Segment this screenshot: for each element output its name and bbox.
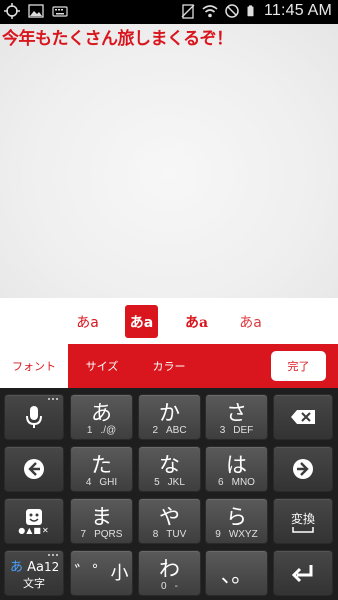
key-main-label: 、。 (220, 563, 253, 587)
symbol-shapes-icon: ●▲■✕ (18, 525, 50, 535)
key-main-label: あ (91, 401, 112, 425)
key-ya-row[interactable]: や 8 TUV (138, 498, 201, 544)
key-ta-row[interactable]: た 4 GHI (70, 446, 133, 492)
arrow-right-icon (293, 459, 313, 479)
keyboard-icon (52, 6, 68, 17)
arrow-left-icon (24, 459, 44, 479)
done-button[interactable]: 完了 (271, 351, 326, 381)
emoji-key[interactable]: ●▲■✕ (4, 498, 64, 544)
cursor-right-key[interactable] (273, 446, 333, 492)
backspace-key[interactable] (273, 394, 333, 440)
key-main-label: な (159, 453, 180, 477)
key-sub-label: 5 JKL (154, 477, 185, 488)
tab-size[interactable]: サイズ (72, 344, 132, 388)
input-mode-key[interactable]: あ Aa12 文字 (4, 550, 64, 596)
status-bar: 11:45 AM (0, 0, 338, 24)
key-sub-label: 4 GHI (85, 477, 118, 488)
space-bar-icon (292, 526, 314, 533)
font-style-option[interactable]: あa (234, 305, 267, 338)
key-sub-label: 8 TUV (152, 529, 187, 540)
key-main-label: は (226, 453, 247, 477)
tab-bar: フォント サイズ カラー 完了 (0, 344, 338, 388)
canvas-text[interactable]: 今年もたくさん旅しまくるぞ！ (2, 24, 233, 49)
key-main-label: か (159, 401, 180, 425)
enter-icon (291, 565, 313, 583)
tab-font[interactable]: フォント (0, 344, 68, 388)
punctuation-key[interactable]: 、。 (205, 550, 268, 596)
do-not-disturb-icon (225, 4, 239, 18)
key-ra-row[interactable]: ら 9 WXYZ (205, 498, 268, 544)
key-sa-row[interactable]: さ 3 DEF (205, 394, 268, 440)
key-sub-label: 6 MNO (218, 477, 255, 488)
font-style-option[interactable]: あa (180, 305, 213, 338)
dakuten-small-key[interactable]: ゛゜小 (70, 550, 133, 596)
input-mode-options: あ Aa12 (10, 560, 60, 575)
cursor-left-key[interactable] (4, 446, 64, 492)
font-style-option-selected[interactable]: あa (125, 305, 158, 338)
key-main-label: ゛゜小 (74, 563, 129, 584)
no-sim-icon (181, 4, 195, 19)
keyboard: あ 1 ./@ か 2 ABC さ 3 DEF た 4 GHI な 5 JKL は 6 MN… (0, 388, 338, 600)
key-main-label: わ (159, 557, 180, 581)
key-main-label: た (91, 453, 112, 477)
key-sub-label: 7 PQRS (80, 529, 123, 540)
key-wa-row[interactable]: わ 0- (138, 550, 201, 596)
key-a-row[interactable]: あ 1 ./@ (70, 394, 133, 440)
convert-label: 変換 (290, 511, 315, 526)
text-canvas[interactable]: 今年もたくさん旅しまくるぞ！ (0, 24, 338, 298)
key-ha-row[interactable]: は 6 MNO (205, 446, 268, 492)
key-ka-row[interactable]: か 2 ABC (138, 394, 201, 440)
font-style-row: あa あa あa あa (0, 298, 338, 344)
input-mode-label: 文字 (23, 577, 45, 590)
key-sub-label: 0- (161, 581, 178, 592)
tab-color[interactable]: カラー (140, 344, 198, 388)
backspace-icon (291, 410, 315, 424)
font-style-option[interactable]: あa (71, 305, 104, 338)
key-ma-row[interactable]: ま 7 PQRS (70, 498, 133, 544)
key-na-row[interactable]: な 5 JKL (138, 446, 201, 492)
key-sub-label: 2 ABC (152, 425, 187, 436)
microphone-icon (26, 406, 42, 428)
key-sub-label: 3 DEF (219, 425, 254, 436)
emoticon-icon (26, 508, 42, 525)
key-sub-label: 9 WXYZ (215, 529, 258, 540)
wifi-icon (202, 5, 218, 18)
key-main-label: や (159, 505, 180, 529)
key-main-label: さ (226, 401, 247, 425)
convert-key[interactable]: 変換 (273, 498, 333, 544)
key-main-label: ら (226, 505, 247, 529)
enter-key[interactable] (273, 550, 333, 596)
voice-input-key[interactable] (4, 394, 64, 440)
image-icon (28, 4, 44, 18)
location-icon (4, 3, 20, 19)
battery-icon (247, 5, 254, 17)
clock: 11:45 AM (263, 2, 332, 19)
key-sub-label: 1 ./@ (86, 425, 117, 436)
key-main-label: ま (91, 505, 112, 529)
